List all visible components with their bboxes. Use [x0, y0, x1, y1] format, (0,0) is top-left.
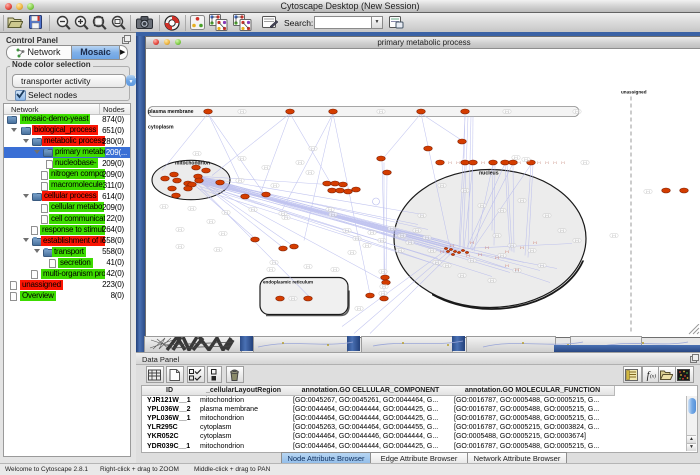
svg-text:unassigned: unassigned	[621, 90, 647, 95]
svg-text:[--]: [--]	[463, 189, 467, 193]
svg-text:[--]: [--]	[400, 234, 404, 238]
svg-text:cytoplasm: cytoplasm	[148, 125, 174, 131]
svg-text:[--]: [--]	[524, 158, 528, 162]
svg-text:[--]: [--]	[561, 161, 565, 165]
svg-text:[--]: [--]	[450, 244, 454, 248]
svg-text:plasma membrane: plasma membrane	[148, 109, 194, 115]
svg-text:[--]: [--]	[415, 229, 419, 233]
svg-text:[--]: [--]	[311, 147, 315, 151]
svg-text:[--]: [--]	[350, 251, 354, 255]
svg-text:nucleus: nucleus	[479, 171, 499, 177]
svg-text:[--]: [--]	[575, 239, 579, 243]
svg-text:[--]: [--]	[646, 190, 650, 194]
svg-text:[--]: [--]	[365, 244, 369, 248]
svg-text:[--]: [--]	[466, 254, 470, 258]
svg-text:[--]: [--]	[379, 110, 383, 114]
svg-text:[--]: [--]	[370, 231, 374, 235]
svg-text:[--]: [--]	[495, 234, 499, 238]
svg-text:[--]: [--]	[560, 229, 564, 233]
svg-text:[--]: [--]	[178, 228, 182, 232]
svg-text:[--]: [--]	[520, 199, 524, 203]
svg-text:[--]: [--]	[190, 207, 194, 211]
svg-text:[--]: [--]	[272, 261, 276, 265]
svg-text:[--]: [--]	[510, 244, 514, 248]
svg-text:[--]: [--]	[380, 239, 384, 243]
svg-text:[--]: [--]	[357, 307, 361, 311]
svg-text:[--]: [--]	[470, 259, 474, 263]
svg-text:[--]: [--]	[575, 110, 579, 114]
svg-text:[--]: [--]	[440, 184, 444, 188]
svg-text:mitochondrion: mitochondrion	[175, 161, 210, 167]
svg-text:[--]: [--]	[478, 253, 482, 257]
svg-text:[--]: [--]	[308, 171, 312, 175]
svg-text:[--]: [--]	[298, 161, 302, 165]
svg-text:[--]: [--]	[500, 209, 504, 213]
svg-text:[--]: [--]	[514, 156, 518, 160]
svg-text:[--]: [--]	[517, 161, 521, 165]
svg-text:[--]: [--]	[420, 214, 424, 218]
svg-text:[--]: [--]	[445, 264, 449, 268]
svg-text:[--]: [--]	[435, 261, 439, 265]
svg-text:[--]: [--]	[221, 232, 225, 236]
svg-text:[--]: [--]	[238, 179, 242, 183]
svg-text:[--]: [--]	[505, 250, 509, 254]
svg-text:[--]: [--]	[448, 161, 452, 165]
svg-text:(x): (x)	[650, 372, 656, 379]
svg-text:[--]: [--]	[490, 279, 494, 283]
svg-text:[--]: [--]	[264, 166, 268, 170]
svg-text:[--]: [--]	[505, 264, 509, 268]
svg-text:[--]: [--]	[195, 152, 199, 156]
svg-text:[--]: [--]	[480, 204, 484, 208]
svg-text:[--]: [--]	[224, 211, 228, 215]
svg-text:[--]: [--]	[162, 205, 166, 209]
svg-text:[--]: [--]	[440, 250, 444, 254]
svg-text:[--]: [--]	[520, 246, 524, 250]
svg-text:[--]: [--]	[460, 274, 464, 278]
svg-text:[--]: [--]	[408, 241, 412, 245]
svg-text:[--]: [--]	[390, 227, 394, 231]
svg-text:[--]: [--]	[470, 241, 474, 245]
svg-text:[--]: [--]	[216, 248, 220, 252]
svg-text:[--]: [--]	[381, 270, 385, 274]
svg-text:[--]: [--]	[382, 285, 386, 289]
svg-text:[--]: [--]	[612, 234, 616, 238]
svg-text:[--]: [--]	[425, 236, 429, 240]
svg-text:[--]: [--]	[500, 254, 504, 258]
svg-text:[--]: [--]	[355, 237, 359, 241]
svg-text:[--]: [--]	[345, 229, 349, 233]
svg-text:[--]: [--]	[540, 264, 544, 268]
svg-text:[--]: [--]	[505, 110, 509, 114]
svg-text:[--]: [--]	[456, 161, 460, 165]
svg-text:[--]: [--]	[553, 161, 557, 165]
svg-text:[--]: [--]	[284, 216, 288, 220]
svg-text:endoplasmic reticulum: endoplasmic reticulum	[263, 280, 313, 285]
svg-text:[--]: [--]	[530, 249, 534, 253]
svg-text:[--]: [--]	[178, 245, 182, 249]
svg-text:[--]: [--]	[398, 249, 402, 253]
svg-text:[--]: [--]	[533, 241, 537, 245]
svg-text:[--]: [--]	[331, 213, 335, 217]
svg-text:[--]: [--]	[306, 265, 310, 269]
svg-text:[--]: [--]	[481, 161, 485, 165]
svg-text:[--]: [--]	[209, 220, 213, 224]
svg-text:[--]: [--]	[381, 292, 385, 296]
svg-text:[--]: [--]	[251, 208, 255, 212]
svg-text:[--]: [--]	[328, 208, 332, 212]
svg-text:[--]: [--]	[485, 246, 489, 250]
svg-text:[--]: [--]	[333, 268, 337, 272]
svg-text:[--]: [--]	[537, 161, 541, 165]
svg-text:[--]: [--]	[240, 110, 244, 114]
svg-text:[--]: [--]	[515, 268, 519, 272]
svg-text:[--]: [--]	[545, 214, 549, 218]
svg-text:[--]: [--]	[495, 256, 499, 260]
svg-text:[--]: [--]	[269, 268, 273, 272]
svg-text:[--]: [--]	[430, 249, 434, 253]
svg-text:[--]: [--]	[545, 161, 549, 165]
svg-text:[--]: [--]	[583, 161, 587, 165]
svg-text:[--]: [--]	[291, 297, 295, 301]
svg-text:[--]: [--]	[273, 184, 277, 188]
svg-text:[--]: [--]	[240, 157, 244, 161]
